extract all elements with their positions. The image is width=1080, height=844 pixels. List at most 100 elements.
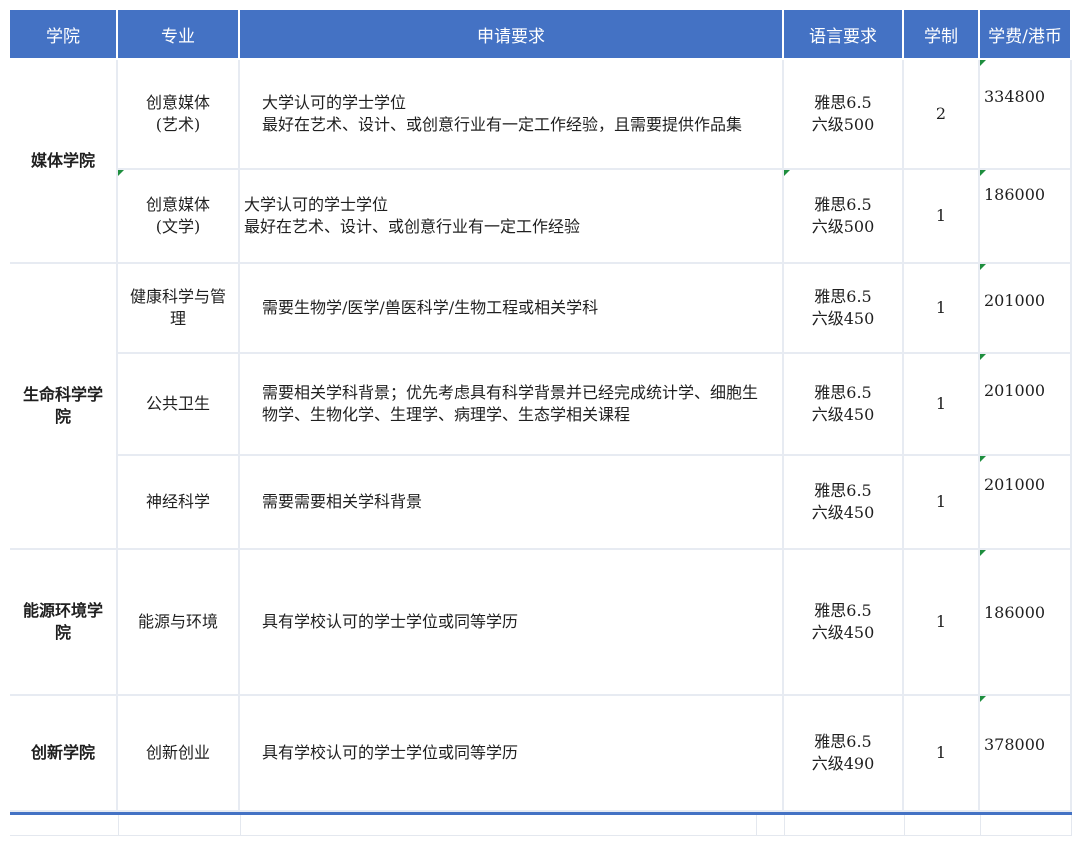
header-major: 专业 <box>118 10 240 60</box>
requirement-cell: 需要需要相关学科背景 <box>240 456 784 550</box>
fee-cell: 186000 <box>980 550 1072 696</box>
cell-marker-icon <box>784 170 790 176</box>
header-language: 语言要求 <box>784 10 904 60</box>
major-cell: 创意媒体 (文学) <box>118 170 240 264</box>
language-ielts: 雅思6.5 <box>814 732 872 751</box>
language-cell: 雅思6.5 六级490 <box>784 696 904 812</box>
language-cet6: 六级490 <box>811 754 875 773</box>
cell-marker-icon <box>980 170 986 176</box>
fee-value: 201000 <box>984 381 1046 400</box>
fee-cell: 201000 <box>980 264 1072 354</box>
fee-cell: 201000 <box>980 354 1072 456</box>
language-cet6: 六级450 <box>811 405 875 424</box>
language-cell: 雅思6.5 六级500 <box>784 60 904 170</box>
language-ielts: 雅思6.5 <box>814 195 872 214</box>
table-row: 能源环境学院 能源与环境 具有学校认可的学士学位或同等学历 雅思6.5 六级45… <box>10 550 1072 696</box>
language-ielts: 雅思6.5 <box>814 93 872 112</box>
table-row: 神经科学 需要需要相关学科背景 雅思6.5 六级450 1 201000 <box>10 456 1072 550</box>
language-cet6: 六级500 <box>811 217 875 236</box>
fee-value: 378000 <box>984 735 1046 754</box>
major-name: 创意媒体 <box>145 195 210 214</box>
cell-marker-icon <box>980 696 986 702</box>
duration-cell: 1 <box>904 170 980 264</box>
empty-cell <box>10 815 119 836</box>
cell-marker-icon <box>980 264 986 270</box>
major-name: 创意媒体 <box>145 93 210 112</box>
duration-cell: 2 <box>904 60 980 170</box>
empty-cell <box>980 815 1072 836</box>
college-cell-life: 生命科学学院 <box>10 264 118 550</box>
duration-cell: 1 <box>904 696 980 812</box>
language-ielts: 雅思6.5 <box>814 287 872 306</box>
major-subtitle: (艺术) <box>155 115 201 134</box>
fee-value: 186000 <box>984 185 1046 204</box>
empty-cell <box>756 815 785 836</box>
empty-cell <box>240 815 757 836</box>
table-row: 创意媒体 (文学) 大学认可的学士学位 最好在艺术、设计、或创意行业有一定工作经… <box>10 170 1072 264</box>
fee-value: 201000 <box>984 475 1046 494</box>
table-row: 公共卫生 需要相关学科背景；优先考虑具有科学背景并已经完成统计学、细胞生物学、生… <box>10 354 1072 456</box>
requirement-cell: 具有学校认可的学士学位或同等学历 <box>240 696 784 812</box>
header-duration: 学制 <box>904 10 980 60</box>
language-cet6: 六级450 <box>811 503 875 522</box>
header-requirement: 申请要求 <box>240 10 784 60</box>
duration-cell: 1 <box>904 550 980 696</box>
cell-marker-icon <box>118 170 124 176</box>
language-cell: 雅思6.5 六级450 <box>784 550 904 696</box>
language-cet6: 六级500 <box>811 115 875 134</box>
fee-cell: 378000 <box>980 696 1072 812</box>
cell-marker-icon <box>980 354 986 360</box>
college-cell-innovation: 创新学院 <box>10 696 118 812</box>
language-cell: 雅思6.5 六级450 <box>784 456 904 550</box>
requirement-line: 最好在艺术、设计、或创意行业有一定工作经验 <box>244 217 581 236</box>
fee-value: 201000 <box>984 291 1046 310</box>
fee-cell: 201000 <box>980 456 1072 550</box>
major-cell: 能源与环境 <box>118 550 240 696</box>
language-ielts: 雅思6.5 <box>814 383 872 402</box>
header-college: 学院 <box>10 10 118 60</box>
major-cell: 公共卫生 <box>118 354 240 456</box>
requirement-cell: 需要相关学科背景；优先考虑具有科学背景并已经完成统计学、细胞生物学、生物化学、生… <box>240 354 784 456</box>
language-cell: 雅思6.5 六级450 <box>784 354 904 456</box>
language-cet6: 六级450 <box>811 309 875 328</box>
requirement-cell: 具有学校认可的学士学位或同等学历 <box>240 550 784 696</box>
empty-footer-row <box>10 815 1072 836</box>
table-row: 媒体学院 创意媒体 (艺术) 大学认可的学士学位 最好在艺术、设计、或创意行业有… <box>10 60 1072 264</box>
duration-cell: 1 <box>904 264 980 354</box>
cell-marker-icon <box>980 550 986 556</box>
major-cell: 健康科学与管理 <box>118 264 240 354</box>
language-cell: 雅思6.5 六级450 <box>784 264 904 354</box>
table-row: 生命科学学院 健康科学与管理 需要生物学/医学/兽医科学/生物工程或相关学科 雅… <box>10 264 1072 550</box>
requirement-line: 大学认可的学士学位 <box>244 195 389 214</box>
empty-cell <box>118 815 241 836</box>
fee-value: 334800 <box>984 87 1046 106</box>
requirement-cell: 大学认可的学士学位 最好在艺术、设计、或创意行业有一定工作经验 <box>240 170 784 264</box>
language-ielts: 雅思6.5 <box>814 601 872 620</box>
duration-cell: 1 <box>904 456 980 550</box>
header-row: 学院 专业 申请要求 语言要求 学制 学费/港币 <box>10 10 1072 60</box>
requirement-line: 大学认可的学士学位 <box>262 93 407 112</box>
duration-cell: 1 <box>904 354 980 456</box>
requirement-cell: 大学认可的学士学位 最好在艺术、设计、或创意行业有一定工作经验，且需要提供作品集 <box>240 60 784 170</box>
major-cell: 神经科学 <box>118 456 240 550</box>
language-cet6: 六级450 <box>811 623 875 642</box>
cell-marker-icon <box>980 456 986 462</box>
empty-cell <box>904 815 981 836</box>
header-fee: 学费/港币 <box>980 10 1072 60</box>
fee-cell: 186000 <box>980 170 1072 264</box>
requirement-cell: 需要生物学/医学/兽医科学/生物工程或相关学科 <box>240 264 784 354</box>
major-cell: 创新创业 <box>118 696 240 812</box>
table-row: 创新学院 创新创业 具有学校认可的学士学位或同等学历 雅思6.5 六级490 1… <box>10 696 1072 812</box>
empty-cell <box>784 815 905 836</box>
language-cell: 雅思6.5 六级500 <box>784 170 904 264</box>
college-cell-energy: 能源环境学院 <box>10 550 118 696</box>
major-cell: 创意媒体 (艺术) <box>118 60 240 170</box>
major-subtitle: (文学) <box>155 217 201 236</box>
fee-value: 186000 <box>984 603 1046 622</box>
cell-marker-icon <box>980 60 986 66</box>
fee-cell: 334800 <box>980 60 1072 170</box>
requirement-line: 最好在艺术、设计、或创意行业有一定工作经验，且需要提供作品集 <box>262 115 743 134</box>
college-cell-media: 媒体学院 <box>10 60 118 264</box>
language-ielts: 雅思6.5 <box>814 481 872 500</box>
program-table: 学院 专业 申请要求 语言要求 学制 学费/港币 媒体学院 创意媒体 (艺术) … <box>10 10 1072 812</box>
